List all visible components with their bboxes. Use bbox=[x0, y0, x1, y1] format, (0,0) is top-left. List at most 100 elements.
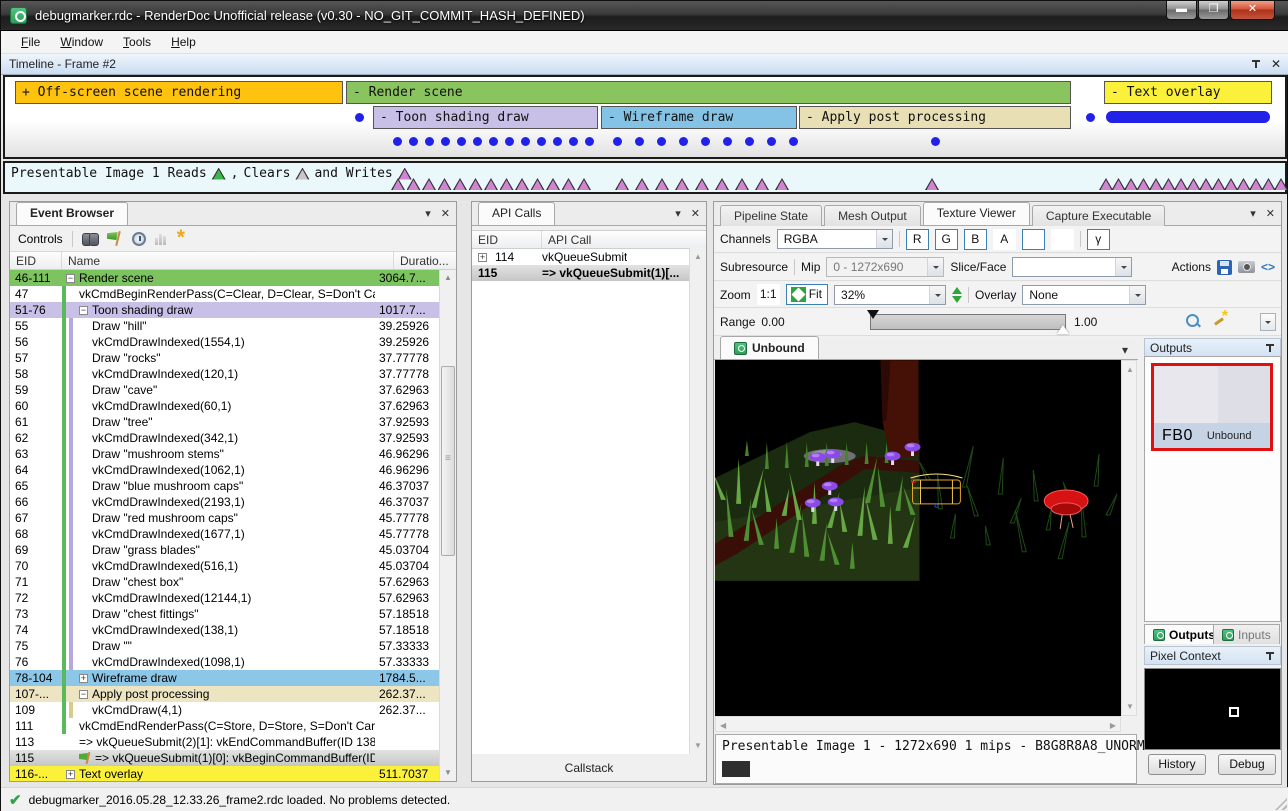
overlay-select[interactable]: None bbox=[1022, 285, 1146, 305]
event-row-60[interactable]: 60vkCmdDrawIndexed(60,1)37.62963 bbox=[10, 398, 439, 414]
fit-button[interactable]: Fit bbox=[786, 284, 828, 305]
scroll-up-icon[interactable]: ▲ bbox=[694, 252, 702, 261]
autofit-range-icon[interactable] bbox=[1212, 314, 1227, 329]
write-usage-triangle[interactable] bbox=[1262, 178, 1276, 190]
event-row-65[interactable]: 65Draw "blue mushroom caps"46.37037 bbox=[10, 478, 439, 494]
draw-event-dot[interactable] bbox=[745, 137, 754, 146]
event-row-69[interactable]: 69Draw "grass blades"45.03704 bbox=[10, 542, 439, 558]
write-usage-triangle[interactable] bbox=[1137, 178, 1151, 190]
event-row-78-104[interactable]: 78-104+Wireframe draw1784.5... bbox=[10, 670, 439, 686]
gamma-button[interactable]: γ bbox=[1087, 229, 1110, 250]
draw-event-dot[interactable] bbox=[355, 113, 364, 122]
timeline-marker[interactable]: - Wireframe draw bbox=[601, 106, 797, 129]
menu-help[interactable]: Help bbox=[161, 32, 206, 52]
title-bar[interactable]: debugmarker.rdc - RenderDoc Unofficial r… bbox=[1, 1, 1288, 31]
write-usage-triangle[interactable] bbox=[1212, 178, 1226, 190]
draw-event-dot[interactable] bbox=[441, 137, 450, 146]
zoom-range-icon[interactable] bbox=[1186, 314, 1201, 329]
event-row-75[interactable]: 75Draw ""57.33333 bbox=[10, 638, 439, 654]
write-usage-triangle[interactable] bbox=[515, 178, 529, 190]
event-row-70[interactable]: 70vkCmdDrawIndexed(516,1)45.03704 bbox=[10, 558, 439, 574]
event-row-113[interactable]: 113=> vkQueueSubmit(2)[1]: vkEndCommandB… bbox=[10, 734, 439, 750]
draw-event-dot[interactable] bbox=[679, 137, 688, 146]
event-row-59[interactable]: 59Draw "cave"37.62963 bbox=[10, 382, 439, 398]
time-drawcalls-icon[interactable] bbox=[132, 232, 146, 246]
tab-capture-executable[interactable]: Capture Executable bbox=[1032, 205, 1165, 226]
draw-event-dot[interactable] bbox=[537, 137, 546, 146]
api-call-row-115[interactable]: 115=> vkQueueSubmit(1)[... bbox=[472, 265, 706, 281]
api-call-list[interactable]: EID API Call +114vkQueueSubmit115=> vkQu… bbox=[472, 230, 706, 754]
timeline-titlebar[interactable]: Timeline - Frame #2 ✕ bbox=[1, 54, 1288, 75]
expand-icon[interactable]: + bbox=[66, 770, 75, 779]
write-usage-triangle[interactable] bbox=[675, 178, 689, 190]
menu-file[interactable]: File bbox=[11, 32, 50, 52]
checkerboard-button[interactable] bbox=[1051, 229, 1074, 250]
fb0-thumbnail[interactable]: FB0 Unbound bbox=[1151, 363, 1273, 451]
event-row-51-76[interactable]: 51-76−Toon shading draw1017.7... bbox=[10, 302, 439, 318]
write-usage-triangle[interactable] bbox=[1124, 178, 1138, 190]
close-button[interactable]: ✕ bbox=[1230, 1, 1275, 20]
event-row-107-...[interactable]: 107-...−Apply post processing262.37... bbox=[10, 686, 439, 702]
event-list-scrollbar[interactable]: ▲ ▼ bbox=[439, 270, 456, 781]
tab-texture-viewer[interactable]: Texture Viewer bbox=[923, 202, 1030, 225]
range-min[interactable]: 0.00 bbox=[761, 315, 784, 329]
write-usage-triangle[interactable] bbox=[438, 178, 452, 190]
write-usage-triangle[interactable] bbox=[546, 178, 560, 190]
event-row-73[interactable]: 73Draw "chest fittings"57.18518 bbox=[10, 606, 439, 622]
draw-event-dot[interactable] bbox=[393, 137, 402, 146]
draw-event-dot[interactable] bbox=[425, 137, 434, 146]
jump-to-event-icon[interactable] bbox=[108, 231, 123, 246]
write-usage-triangle[interactable] bbox=[453, 178, 467, 190]
resize-grip[interactable] bbox=[1275, 798, 1287, 810]
expand-icon[interactable]: + bbox=[79, 674, 88, 683]
write-usage-triangle[interactable] bbox=[925, 178, 939, 190]
draw-event-dot[interactable] bbox=[635, 137, 644, 146]
slice-face-select[interactable] bbox=[1012, 257, 1132, 277]
dropdown-icon[interactable]: ▾ bbox=[675, 207, 681, 220]
event-row-116-...[interactable]: 116-...+Text overlay511.7037 bbox=[10, 766, 439, 781]
tab-api-calls[interactable]: API Calls bbox=[478, 202, 555, 225]
event-row-71[interactable]: 71Draw "chest box"57.62963 bbox=[10, 574, 439, 590]
color-wheel-button[interactable] bbox=[1022, 229, 1045, 250]
event-row-58[interactable]: 58vkCmdDrawIndexed(120,1)37.77778 bbox=[10, 366, 439, 382]
tab-inputs[interactable]: Inputs bbox=[1213, 624, 1280, 644]
open-custom-shader-icon[interactable]: <> bbox=[1261, 260, 1275, 274]
save-texture-icon[interactable] bbox=[1217, 260, 1232, 275]
timeline-marker[interactable]: - Text overlay bbox=[1104, 81, 1272, 104]
draw-event-dot[interactable] bbox=[553, 137, 562, 146]
restore-button[interactable]: ❐ bbox=[1198, 1, 1229, 20]
write-usage-triangle[interactable] bbox=[1249, 178, 1263, 190]
flip-vertical-icon[interactable] bbox=[952, 287, 962, 303]
close-icon[interactable]: ✕ bbox=[1271, 57, 1281, 71]
collapse-icon[interactable]: − bbox=[79, 690, 88, 699]
write-usage-triangle[interactable] bbox=[469, 178, 483, 190]
event-row-47[interactable]: 47vkCmdBeginRenderPass(C=Clear, D=Clear,… bbox=[10, 286, 439, 302]
write-usage-triangle[interactable] bbox=[422, 178, 436, 190]
write-usage-triangle[interactable] bbox=[655, 178, 669, 190]
green-channel-button[interactable]: G bbox=[935, 229, 958, 250]
timeline-marker[interactable]: + Off-screen scene rendering bbox=[15, 81, 343, 104]
event-row-64[interactable]: 64vkCmdDrawIndexed(1062,1)46.96296 bbox=[10, 462, 439, 478]
pin-icon[interactable] bbox=[1252, 59, 1261, 69]
compressed-draws-pill[interactable] bbox=[1106, 111, 1270, 123]
black-point-handle[interactable] bbox=[867, 310, 879, 325]
event-row-56[interactable]: 56vkCmdDrawIndexed(1554,1)39.25926 bbox=[10, 334, 439, 350]
tab-pipeline-state[interactable]: Pipeline State bbox=[720, 205, 822, 226]
write-usage-triangle[interactable] bbox=[500, 178, 514, 190]
bookmark-icon[interactable]: * bbox=[177, 232, 185, 246]
tab-outputs[interactable]: Outputs bbox=[1144, 624, 1224, 644]
alpha-channel-button[interactable]: A bbox=[993, 229, 1016, 250]
pin-icon[interactable] bbox=[1266, 651, 1275, 661]
find-event-icon[interactable] bbox=[82, 233, 99, 245]
draw-event-dot[interactable] bbox=[767, 137, 776, 146]
dropdown-icon[interactable]: ▾ bbox=[1250, 207, 1256, 220]
close-icon[interactable]: ✕ bbox=[691, 207, 700, 220]
resource-usage-strip[interactable]: Presentable Image 1 Reads , Clears and W… bbox=[3, 161, 1287, 194]
snapshot-icon[interactable] bbox=[1238, 261, 1255, 273]
tab-unbound-texture[interactable]: Unbound bbox=[720, 336, 819, 359]
event-row-111[interactable]: 111vkCmdEndRenderPass(C=Store, D=Store, … bbox=[10, 718, 439, 734]
write-usage-triangle[interactable] bbox=[1199, 178, 1213, 190]
texture-display[interactable] bbox=[715, 360, 1121, 716]
event-row-66[interactable]: 66vkCmdDrawIndexed(2193,1)46.37037 bbox=[10, 494, 439, 510]
collapse-icon[interactable]: − bbox=[66, 274, 75, 283]
